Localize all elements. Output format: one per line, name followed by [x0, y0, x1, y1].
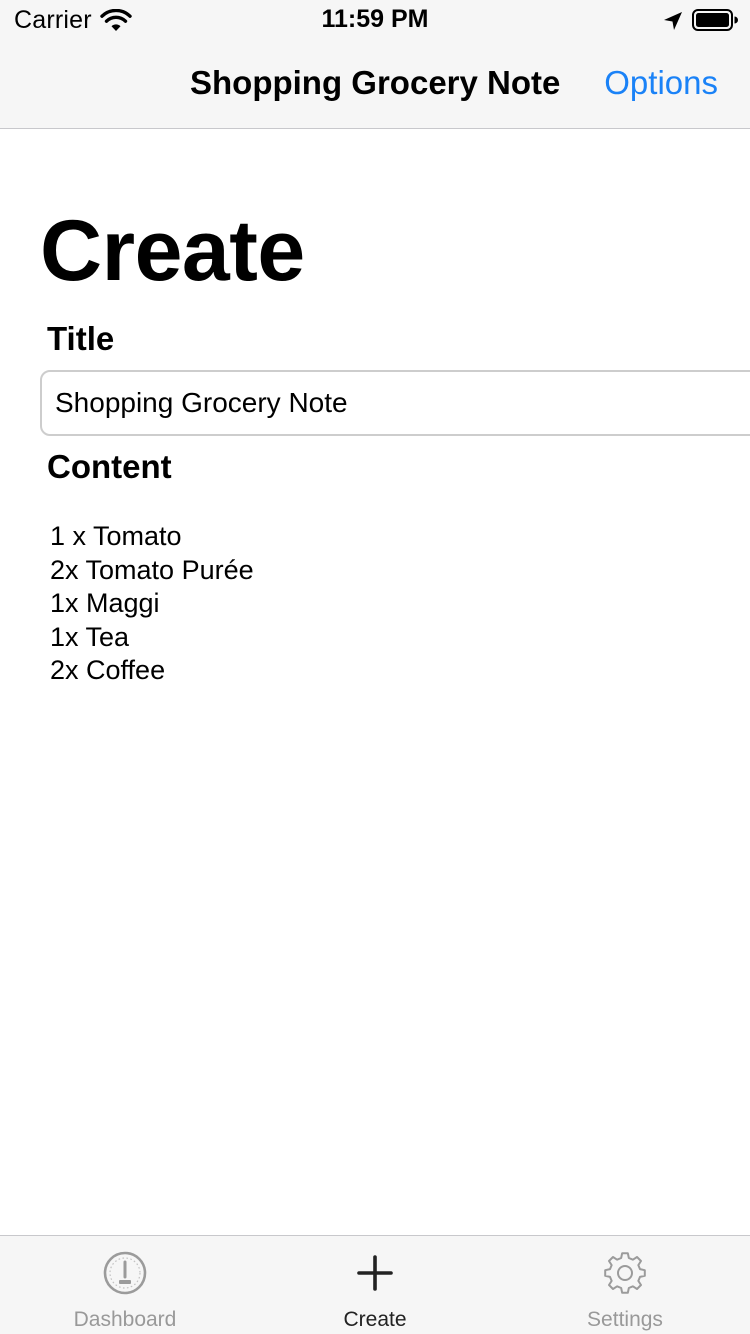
create-screen: Carrier 11:59 PM Shopping Grocery Note O…: [0, 0, 750, 1334]
tab-create-label: Create: [343, 1308, 407, 1331]
content-line: 2x Tomato Purée: [50, 554, 254, 585]
tab-dashboard-label: Dashboard: [73, 1308, 177, 1331]
content-line: 1 x Tomato: [50, 521, 182, 551]
tab-create[interactable]: Create: [250, 1236, 500, 1334]
content-label: Content: [47, 448, 172, 485]
navigation-bar: Shopping Grocery Note Options: [0, 40, 750, 129]
title-label: Title: [47, 320, 115, 357]
plus-icon: [357, 1255, 393, 1291]
content-line: 1x Tea: [50, 621, 130, 652]
location-arrow-icon: [664, 12, 682, 30]
content-text-area[interactable]: 1 x Tomato 2x Tomato Purée 1x Maggi 1x T…: [50, 520, 730, 688]
nav-title: Shopping Grocery Note: [190, 64, 561, 101]
tab-bar: Dashboard Create Settings: [0, 1235, 750, 1334]
gear-icon: [604, 1252, 646, 1294]
tab-settings[interactable]: Settings: [500, 1236, 750, 1334]
status-time: 11:59 PM: [321, 5, 429, 33]
page-title: Create: [40, 203, 305, 299]
options-button[interactable]: Options: [604, 64, 718, 102]
content-line: 2x Coffee: [50, 655, 166, 685]
battery-icon: [692, 9, 738, 31]
status-bar: Carrier 11:59 PM: [0, 0, 750, 40]
tab-dashboard[interactable]: Dashboard: [0, 1236, 250, 1334]
content-line: 1x Maggi: [50, 588, 160, 618]
title-input[interactable]: [40, 370, 750, 436]
gauge-icon: [103, 1251, 147, 1295]
tab-settings-label: Settings: [587, 1308, 663, 1331]
